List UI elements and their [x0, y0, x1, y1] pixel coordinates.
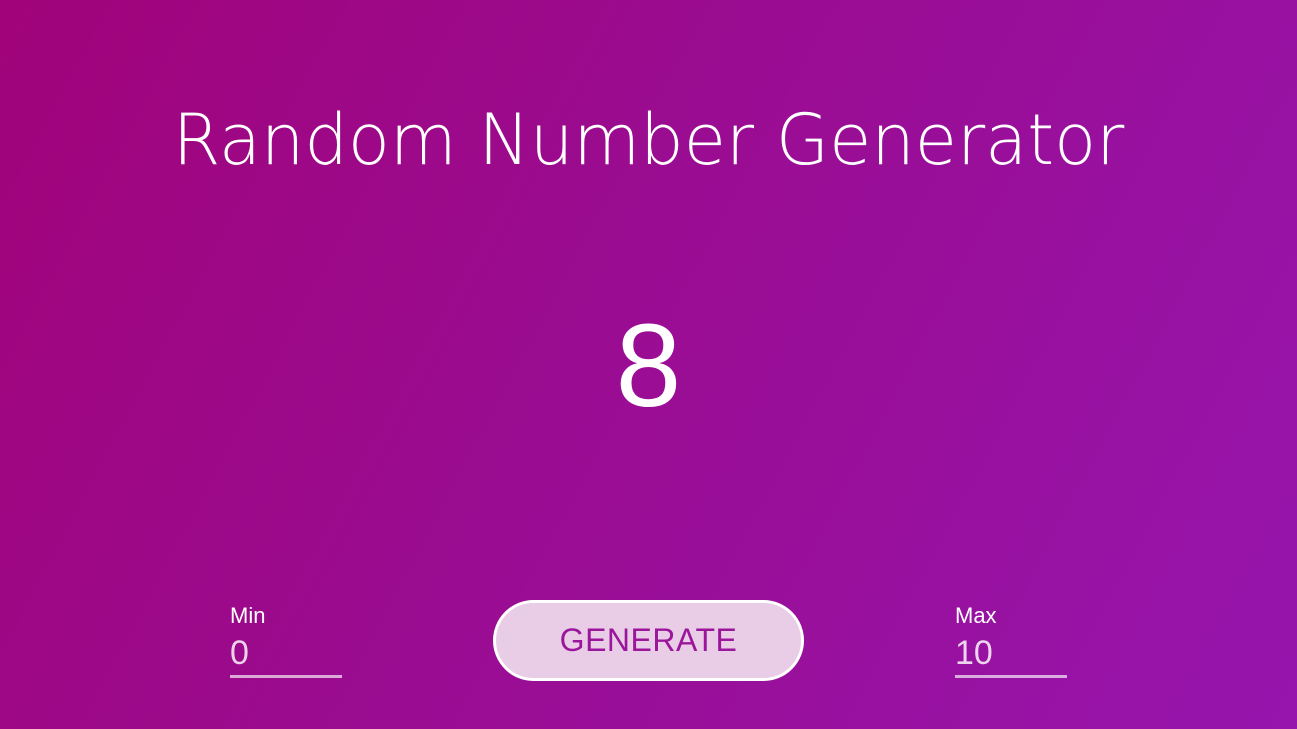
min-label: Min	[230, 603, 266, 628]
min-input[interactable]	[230, 631, 342, 678]
page-title: Random Number Generator	[172, 98, 1125, 181]
generate-button[interactable]: GENERATE	[493, 600, 804, 681]
max-input[interactable]	[955, 631, 1067, 678]
max-field-group: Max	[955, 603, 1067, 678]
max-label: Max	[955, 603, 997, 628]
min-field-group: Min	[230, 603, 342, 678]
random-number-display: 8	[615, 300, 682, 432]
